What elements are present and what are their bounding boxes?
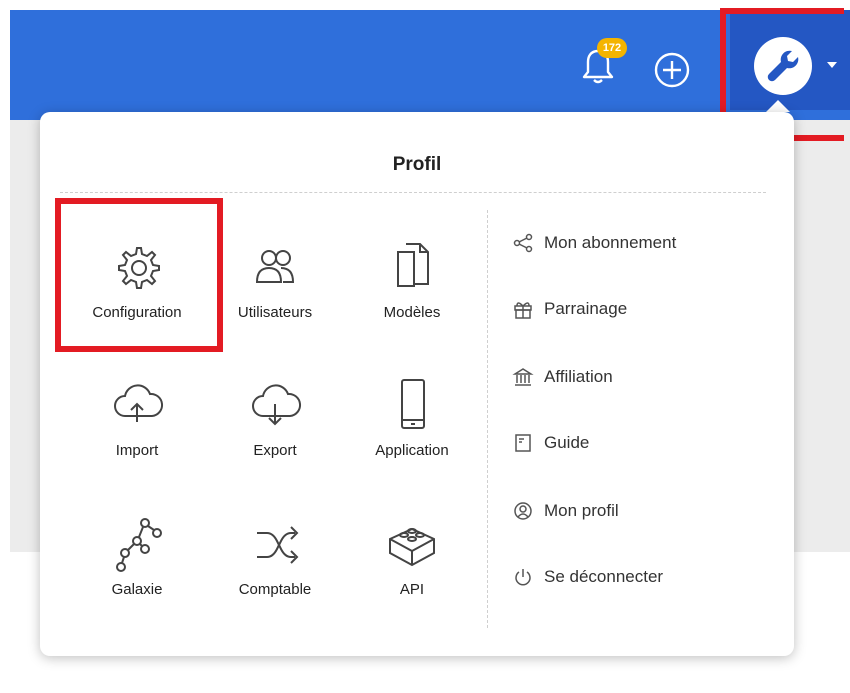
tile-galaxie[interactable]: Galaxie bbox=[67, 515, 207, 625]
link-se-deconnecter[interactable]: Se déconnecter bbox=[512, 562, 772, 592]
documents-icon bbox=[397, 243, 429, 287]
mobile-icon bbox=[401, 379, 425, 429]
tile-label: Comptable bbox=[238, 581, 312, 598]
divider bbox=[60, 192, 766, 193]
link-label: Mon profil bbox=[544, 501, 619, 520]
tile-import[interactable]: Import bbox=[67, 376, 207, 486]
tile-label: Application bbox=[375, 442, 449, 459]
power-icon bbox=[515, 569, 531, 586]
cloud-upload-icon bbox=[114, 384, 164, 422]
link-mon-abonnement[interactable]: Mon abonnement bbox=[512, 228, 772, 258]
tile-label: Export bbox=[253, 442, 297, 459]
tile-modeles[interactable]: Modèles bbox=[342, 238, 482, 348]
highlight-box-configuration bbox=[55, 198, 223, 352]
link-mon-profil[interactable]: Mon profil bbox=[512, 496, 772, 526]
cloud-download-icon bbox=[252, 384, 302, 426]
shuffle-icon bbox=[257, 526, 299, 564]
tile-label: Galaxie bbox=[111, 581, 163, 598]
tile-utilisateurs[interactable]: Utilisateurs bbox=[205, 238, 345, 348]
link-label: Affiliation bbox=[544, 367, 613, 386]
tile-label: Modèles bbox=[383, 304, 441, 321]
link-label: Mon abonnement bbox=[544, 233, 677, 252]
tile-label: Utilisateurs bbox=[237, 304, 313, 321]
user-badge-icon bbox=[514, 502, 532, 520]
plus-circle-icon[interactable] bbox=[653, 51, 691, 89]
bank-icon bbox=[512, 368, 534, 386]
panel-pointer bbox=[766, 100, 790, 112]
graph-nodes-icon bbox=[116, 518, 162, 572]
divider-vertical bbox=[487, 210, 488, 628]
share-icon bbox=[513, 233, 533, 253]
users-icon bbox=[255, 250, 295, 283]
link-label: Se déconnecter bbox=[544, 567, 664, 586]
link-affiliation[interactable]: Affiliation bbox=[512, 362, 772, 392]
tile-label: API bbox=[399, 581, 425, 598]
link-label: Guide bbox=[544, 433, 590, 452]
lego-brick-icon bbox=[389, 527, 435, 567]
notification-badge: 172 bbox=[597, 38, 627, 58]
gift-icon bbox=[514, 302, 532, 319]
panel-title: Profil bbox=[392, 154, 442, 175]
tile-export[interactable]: Export bbox=[205, 376, 345, 486]
tile-api[interactable]: API bbox=[342, 515, 482, 625]
page-footer-area bbox=[10, 656, 850, 693]
tile-label: Import bbox=[115, 442, 159, 459]
tile-application[interactable]: Application bbox=[342, 376, 482, 486]
link-guide[interactable]: Guide bbox=[512, 428, 772, 458]
link-label: Parrainage bbox=[544, 299, 628, 318]
book-icon bbox=[515, 434, 531, 452]
tile-comptable[interactable]: Comptable bbox=[205, 515, 345, 625]
link-parrainage[interactable]: Parrainage bbox=[512, 294, 772, 324]
